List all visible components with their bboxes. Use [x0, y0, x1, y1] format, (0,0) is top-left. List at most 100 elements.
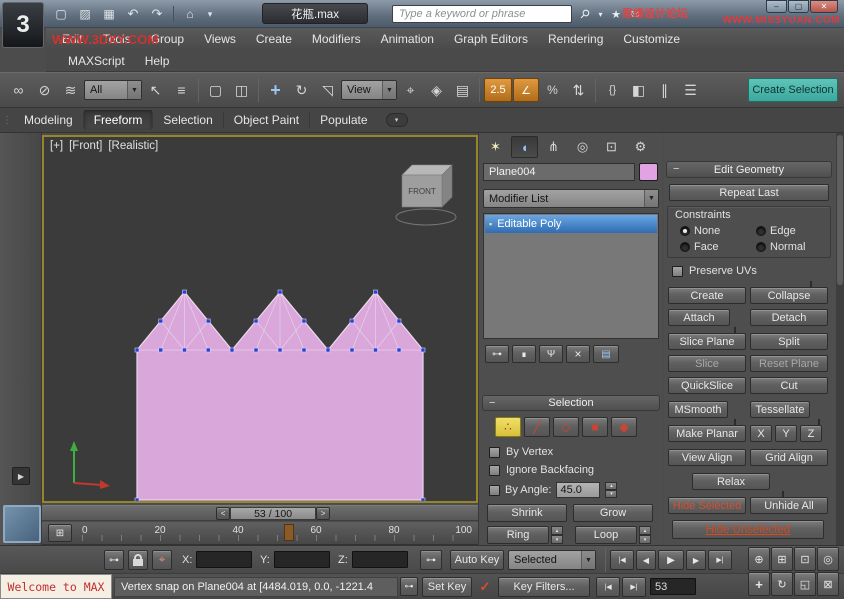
menu-create[interactable]: Create	[246, 29, 302, 49]
menu-rendering[interactable]: Rendering	[538, 29, 613, 49]
menu-animation[interactable]: Animation	[371, 29, 444, 49]
key-filters-button[interactable]: Key Filters...	[498, 577, 590, 597]
align-icon[interactable]: ∥	[652, 78, 677, 103]
msmooth-button[interactable]: MSmooth	[668, 401, 728, 418]
viewport-general-menu[interactable]: [+]	[50, 140, 63, 152]
menu-graph-editors[interactable]: Graph Editors	[444, 29, 538, 49]
next-key-icon[interactable]: ▶|	[622, 577, 646, 597]
command-panel-scrollbar[interactable]	[836, 133, 844, 545]
next-frame-arrow[interactable]: >	[316, 507, 330, 520]
by-vertex-checkbox[interactable]	[489, 447, 500, 458]
layer-manager-icon[interactable]: ☰	[678, 78, 703, 103]
auto-key-button[interactable]: Auto Key	[450, 550, 504, 570]
detach-button[interactable]: Detach	[750, 309, 828, 326]
menu-help[interactable]: Help	[135, 51, 180, 71]
tab-selection[interactable]: Selection	[153, 110, 222, 130]
ring-spinner[interactable]: ▴ ▾	[551, 526, 563, 544]
zoom-region-icon[interactable]: ◱	[794, 572, 816, 596]
current-frame-input[interactable]	[650, 578, 696, 595]
loop-spinner[interactable]: ▴ ▾	[639, 526, 651, 544]
goto-end-icon[interactable]: ▶|	[708, 550, 732, 570]
window-maximize-icon[interactable]: ▢	[788, 0, 809, 13]
split-button[interactable]: Split	[750, 333, 828, 350]
constraint-face-option[interactable]: Face	[680, 241, 718, 253]
select-and-move-icon[interactable]: +	[263, 78, 288, 103]
spinner-down-icon[interactable]: ▾	[639, 535, 651, 544]
unlink-selection-icon[interactable]: ⊘	[32, 78, 57, 103]
tab-populate[interactable]: Populate	[310, 110, 377, 130]
window-close-icon[interactable]: ✕	[810, 0, 838, 13]
key-toggle-icon[interactable]: ⊶	[104, 550, 124, 570]
vertex-mode-icon[interactable]: ∴	[495, 417, 521, 437]
modifier-list-dropdown[interactable]: Modifier List ▼	[483, 189, 659, 208]
maximize-viewport-toggle-icon[interactable]: ⊠	[817, 572, 839, 596]
keyboard-override-icon[interactable]: ▤	[450, 78, 475, 103]
mini-curve-editor-icon[interactable]: ⊞	[48, 524, 72, 542]
undo-icon[interactable]: ↶	[122, 6, 144, 22]
by-angle-checkbox[interactable]	[489, 485, 500, 496]
document-tab[interactable]: 花瓶.max	[262, 3, 368, 24]
window-minimize-icon[interactable]: –	[766, 0, 787, 13]
lock-selection-icon[interactable]	[128, 550, 148, 570]
set-key-button[interactable]: Set Key	[422, 577, 472, 597]
radio-icon[interactable]	[680, 242, 690, 252]
tab-freeform[interactable]: Freeform	[84, 110, 153, 130]
show-end-result-icon[interactable]: ∎	[512, 345, 536, 363]
create-tab-icon[interactable]: ✶	[482, 136, 509, 158]
display-tab-icon[interactable]: ⊡	[598, 136, 625, 158]
planar-x-button[interactable]: X	[750, 425, 772, 442]
zoom-icon[interactable]: ⊕	[748, 547, 770, 571]
select-and-rotate-icon[interactable]: ↻	[289, 78, 314, 103]
spinner-up-icon[interactable]: ▴	[551, 526, 563, 535]
scrollbar-thumb[interactable]	[837, 135, 843, 285]
percent-snap-icon[interactable]: %	[540, 78, 565, 103]
ribbon-grip-icon[interactable]: ⋮	[0, 115, 14, 126]
new-scene-icon[interactable]: ▢	[50, 7, 72, 21]
selection-region-icon[interactable]: ▢	[203, 78, 228, 103]
select-and-manipulate-icon[interactable]: ◈	[424, 78, 449, 103]
previous-key-icon[interactable]: |◀	[596, 577, 620, 597]
use-pivot-center-icon[interactable]: ⌖	[398, 78, 423, 103]
select-by-name-icon[interactable]: ≡	[169, 78, 194, 103]
constraint-none-option[interactable]: None	[680, 225, 720, 237]
motion-tab-icon[interactable]: ◎	[569, 136, 596, 158]
menu-maxscript[interactable]: MAXScript	[58, 51, 135, 71]
menu-views[interactable]: Views	[194, 29, 246, 49]
selected-mode-dropdown[interactable]: Selected ▼	[508, 550, 596, 570]
maxscript-listener[interactable]: Welcome to MAX	[0, 574, 112, 599]
play-animation-icon[interactable]: ▶	[658, 550, 684, 570]
grid-align-button[interactable]: Grid Align	[750, 449, 828, 466]
spinner-down-icon[interactable]: ▾	[605, 490, 617, 498]
select-object-icon[interactable]: ↖	[143, 78, 168, 103]
menu-customize[interactable]: Customize	[613, 29, 690, 49]
bind-to-spacewarp-icon[interactable]: ≋	[58, 78, 83, 103]
snap-toggle-button[interactable]: 2.5	[484, 78, 512, 102]
tab-object-paint[interactable]: Object Paint	[224, 110, 309, 130]
workspace-dropdown-icon[interactable]: ▾	[203, 9, 217, 20]
remove-modifier-icon[interactable]: ×	[566, 345, 590, 363]
search-flyout-icon[interactable]: ▾	[595, 10, 606, 19]
coordinate-z-input[interactable]	[352, 551, 408, 568]
radio-selected-icon[interactable]	[680, 226, 690, 236]
select-and-scale-icon[interactable]: ◹	[315, 78, 340, 103]
modifier-stack[interactable]: ▪ Editable Poly	[483, 213, 659, 339]
selection-rollout-header[interactable]: − Selection	[482, 395, 660, 411]
viewport-layout-tab[interactable]	[3, 505, 41, 543]
open-file-icon[interactable]: ▨	[74, 7, 96, 21]
search-icon[interactable]: ⚲	[574, 3, 597, 26]
pan-icon[interactable]: +	[748, 572, 770, 596]
create-button[interactable]: Create	[668, 287, 746, 304]
border-mode-icon[interactable]: ◇	[553, 417, 579, 437]
utilities-tab-icon[interactable]: ⚙	[627, 136, 654, 158]
radio-icon[interactable]	[756, 226, 766, 236]
object-color-swatch[interactable]	[639, 163, 658, 181]
viewport-front[interactable]: [+] [Front] [Realistic]	[42, 135, 478, 503]
by-angle-spinner[interactable]: ▴ ▾	[605, 482, 617, 498]
viewport-pov-menu[interactable]: [Front]	[69, 140, 102, 152]
coordinate-y-input[interactable]	[274, 551, 330, 568]
reset-plane-button[interactable]: Reset Plane	[750, 355, 828, 372]
viewcube[interactable]: FRONT	[386, 151, 466, 235]
element-mode-icon[interactable]: ◆	[611, 417, 637, 437]
field-of-view-icon[interactable]: ◎	[817, 547, 839, 571]
tab-modeling[interactable]: Modeling	[14, 110, 83, 130]
